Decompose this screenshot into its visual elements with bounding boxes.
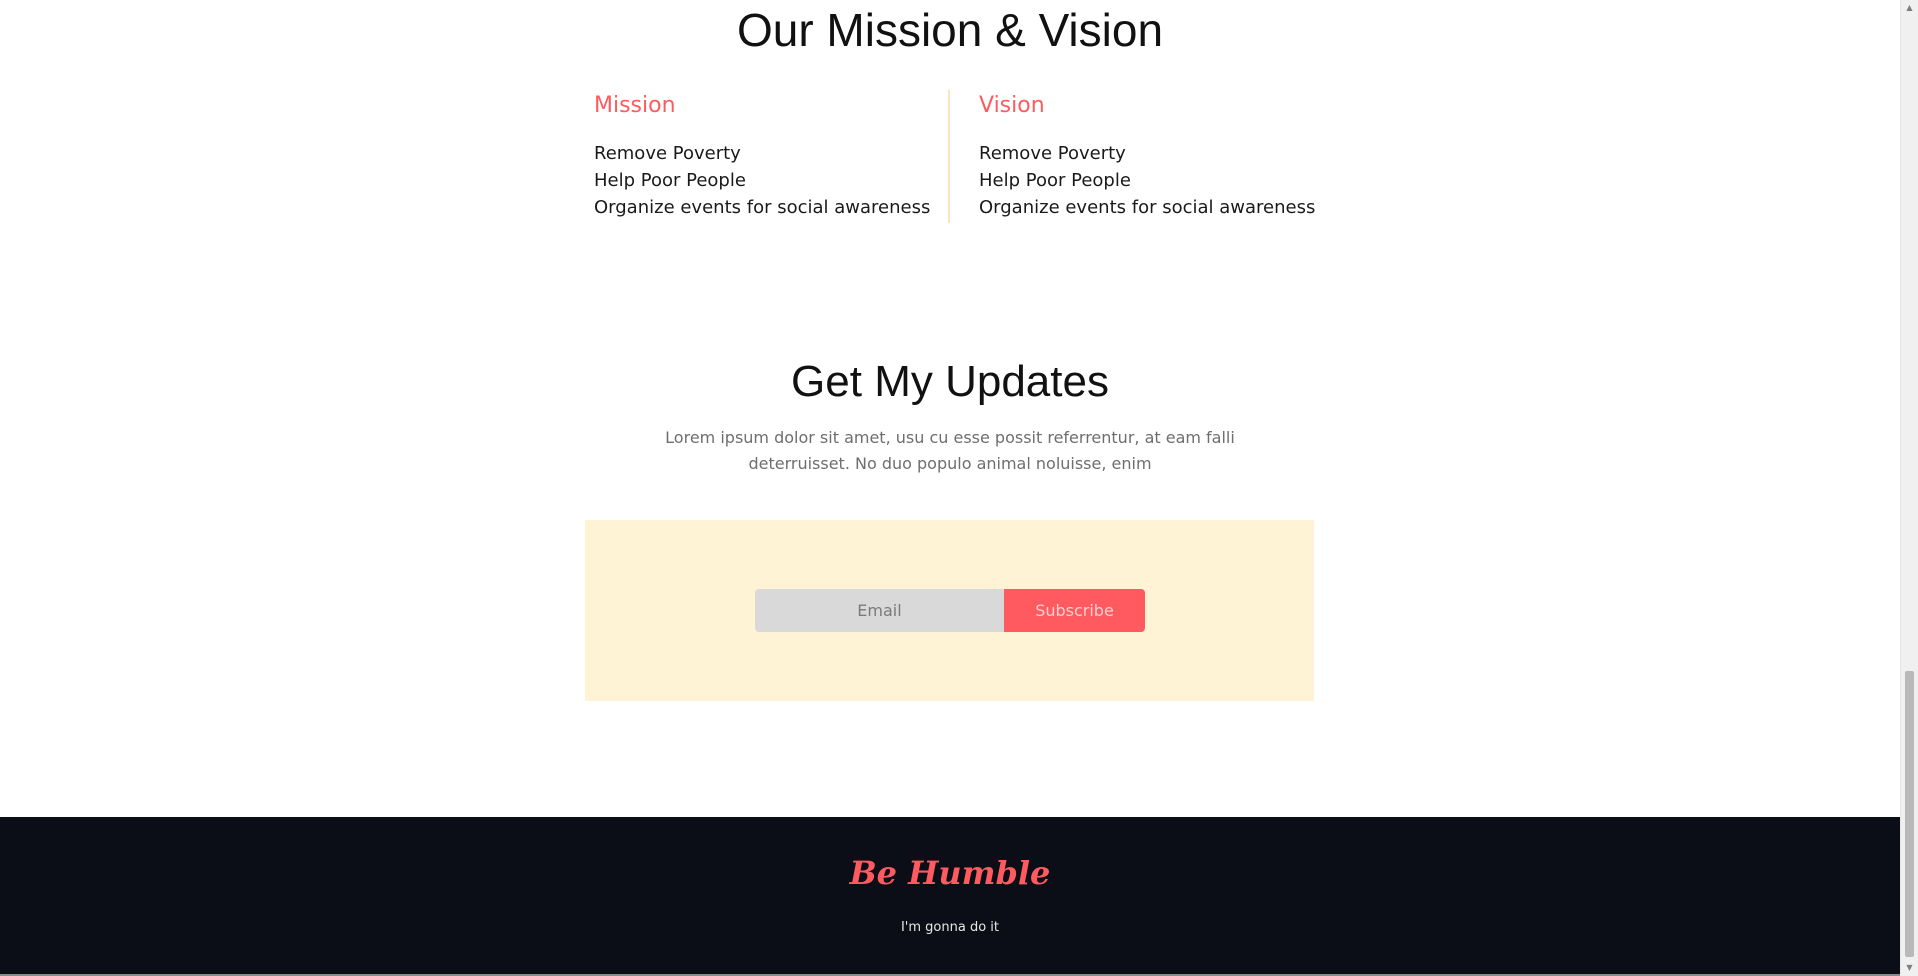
footer-brand-logo[interactable]: Be Humble [0, 851, 1900, 895]
vision-heading: Vision [979, 93, 1045, 118]
vertical-scrollbar[interactable]: ▲ ▼ [1900, 0, 1918, 976]
vision-list: Remove Poverty Help Poor People Organize… [979, 140, 1339, 221]
updates-title: Get My Updates [791, 357, 1109, 406]
subscribe-box: Subscribe [585, 520, 1314, 701]
mission-column: Mission Remove Poverty Help Poor People … [594, 90, 954, 221]
mission-vision-title: Our Mission & Vision [736, 4, 1164, 56]
footer-tagline: I'm gonna do it [900, 920, 1000, 935]
mission-vision-divider [948, 90, 950, 223]
vision-item: Help Poor People [979, 170, 1131, 191]
page: Our Mission & Vision Mission Remove Pove… [0, 0, 1918, 976]
footer: Be Humble I'm gonna do it [0, 817, 1900, 976]
main-content: Our Mission & Vision Mission Remove Pove… [0, 0, 1900, 976]
mission-list: Remove Poverty Help Poor People Organize… [594, 140, 954, 221]
vision-column: Vision Remove Poverty Help Poor People O… [979, 90, 1339, 221]
mission-heading: Mission [594, 93, 676, 118]
email-input[interactable] [755, 589, 1004, 632]
vision-item: Organize events for social awareness [979, 197, 1316, 218]
scrollbar-thumb[interactable] [1905, 671, 1914, 957]
mission-item: Help Poor People [594, 170, 746, 191]
scroll-up-arrow-icon[interactable]: ▲ [1901, 0, 1918, 16]
subscribe-button[interactable]: Subscribe [1004, 589, 1145, 632]
mission-item: Organize events for social awareness [594, 197, 931, 218]
scroll-down-arrow-icon[interactable]: ▼ [1901, 960, 1918, 976]
mission-item: Remove Poverty [594, 143, 741, 164]
updates-description: Lorem ipsum dolor sit amet, usu cu esse … [665, 428, 1235, 473]
vision-item: Remove Poverty [979, 143, 1126, 164]
